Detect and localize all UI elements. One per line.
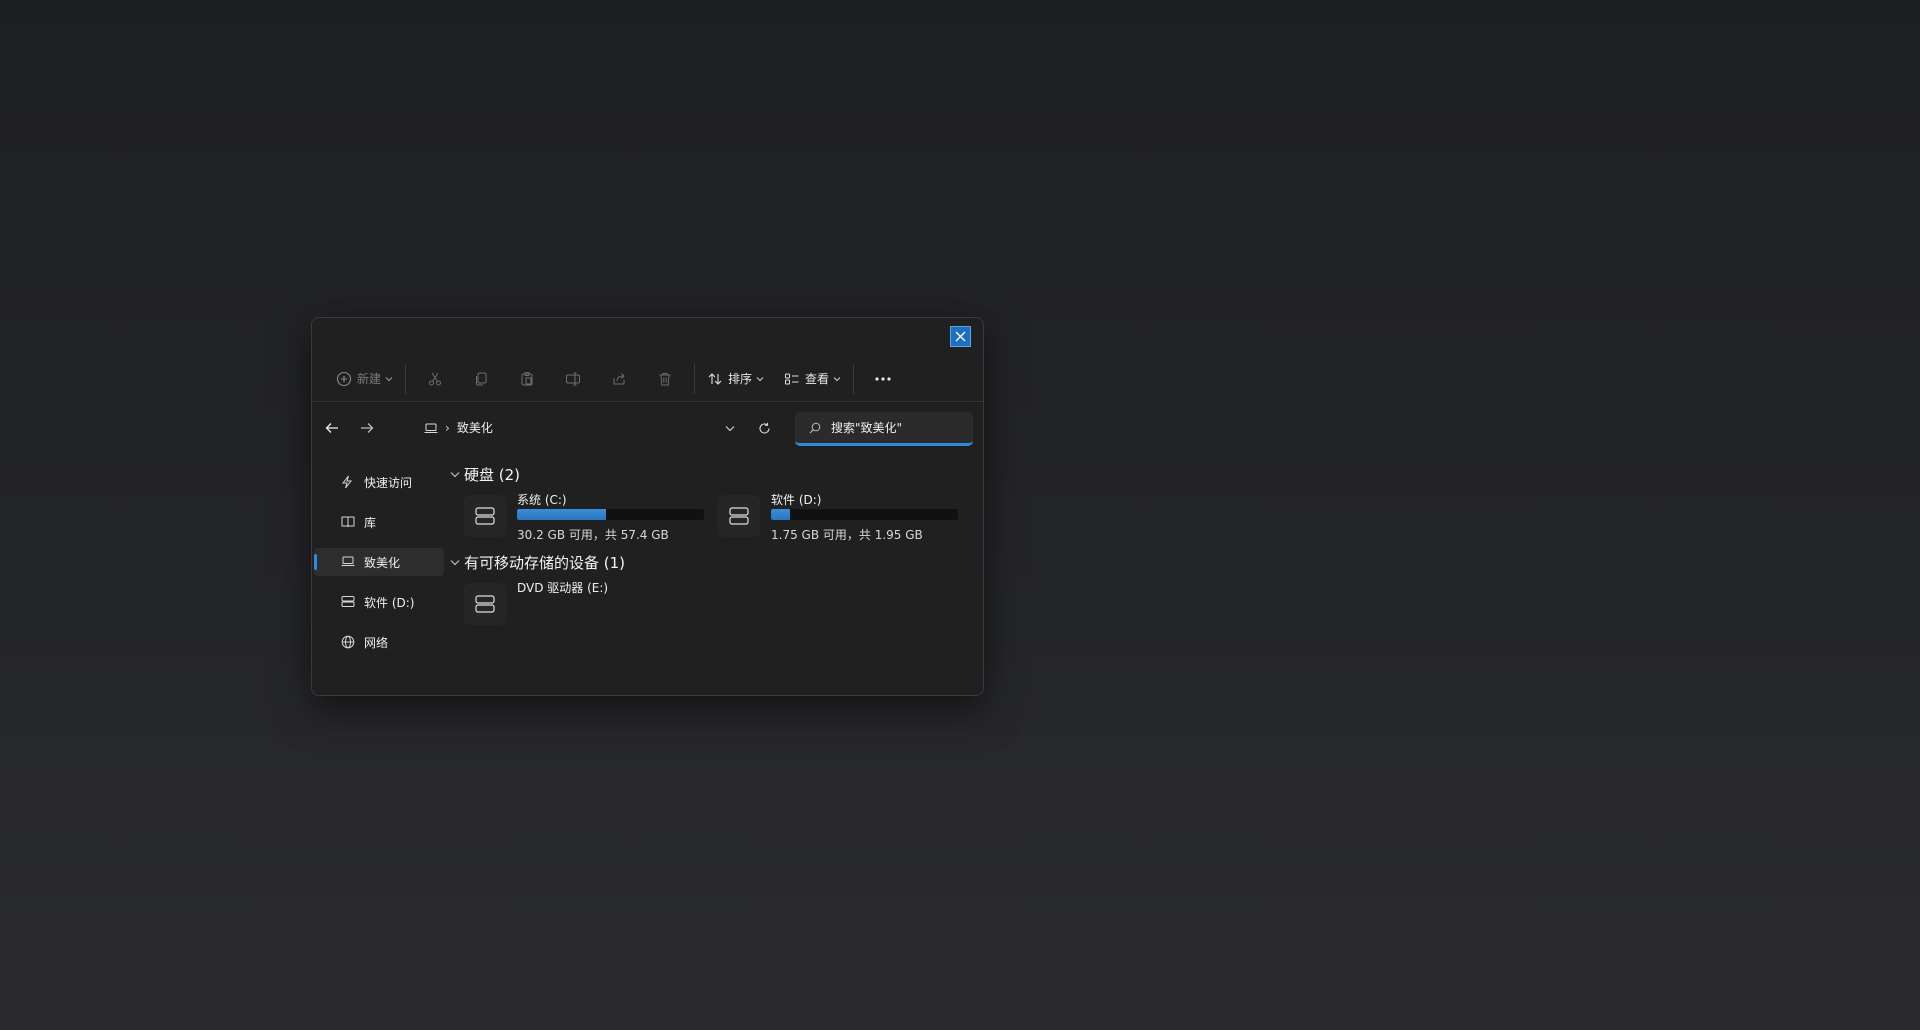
- drive-item-dvd[interactable]: DVD 驱动器 (E:): [450, 577, 704, 633]
- drive-usage-bar: [517, 509, 704, 520]
- new-button[interactable]: 新建: [330, 363, 399, 395]
- breadcrumb-separator: ›: [445, 420, 450, 435]
- trash-icon: [659, 372, 671, 385]
- group-header-removable[interactable]: 有可移动存储的设备 (1): [450, 551, 970, 573]
- clipboard-icon: [521, 371, 533, 385]
- share-button[interactable]: [601, 363, 637, 395]
- view-button[interactable]: 查看: [778, 363, 847, 395]
- dvd-drive-icon: [464, 583, 506, 625]
- group-header-hard-disks[interactable]: 硬盘 (2): [450, 463, 970, 485]
- drive-name: 系统 (C:): [517, 493, 567, 507]
- navigation-pane: 快速访问 库 致美化 软件 (D:) 网络: [314, 468, 444, 668]
- more-dots-icon: [875, 376, 891, 381]
- breadcrumb: › 致美化: [424, 419, 493, 436]
- scissors-icon: [429, 372, 442, 385]
- rename-button[interactable]: [555, 363, 591, 395]
- drive-icon: [464, 495, 506, 537]
- sidebar-item-label: 软件 (D:): [364, 595, 415, 610]
- drive-space-info: 1.75 GB 可用，共 1.95 GB: [771, 528, 923, 542]
- new-button-label: 新建: [357, 372, 382, 386]
- drive-space-info: 30.2 GB 可用，共 57.4 GB: [517, 528, 669, 542]
- drive-name: 软件 (D:): [771, 493, 822, 507]
- sort-button-label: 排序: [728, 372, 753, 386]
- sidebar-item-label: 网络: [364, 635, 389, 650]
- drive-item-d[interactable]: 软件 (D:) 1.75 GB 可用，共 1.95 GB: [704, 489, 958, 545]
- hard-disk-list: 系统 (C:) 30.2 GB 可用，共 57.4 GB 软件 (D:) 1.7…: [450, 489, 970, 549]
- drive-usage-fill: [517, 509, 606, 520]
- chevron-down-icon: [833, 376, 841, 381]
- sort-button[interactable]: 排序: [701, 363, 770, 395]
- plus-circle-icon: [336, 371, 352, 386]
- view-list-icon: [785, 373, 799, 384]
- chevron-down-icon: [450, 471, 460, 477]
- search-box[interactable]: 搜索"致美化": [795, 412, 973, 446]
- copy-button[interactable]: [463, 363, 499, 395]
- breadcrumb-location[interactable]: 致美化: [457, 419, 493, 436]
- drive-usage-bar: [771, 509, 958, 520]
- network-icon: [341, 635, 355, 649]
- sidebar-item-drive-d[interactable]: 软件 (D:): [314, 588, 444, 616]
- toolbar-divider: [694, 363, 696, 394]
- sidebar-item-label: 致美化: [364, 555, 401, 570]
- sidebar-item-this-pc[interactable]: 致美化: [314, 548, 444, 576]
- forward-button[interactable]: [357, 418, 377, 438]
- toolbar-divider: [405, 363, 407, 394]
- drives-view: 硬盘 (2) 系统 (C:) 30.2 GB 可用，共 57.4 GB 软件 (…: [450, 463, 970, 637]
- share-icon: [613, 372, 625, 384]
- chevron-down-icon: [756, 376, 764, 381]
- library-icon: [341, 516, 355, 528]
- copy-icon: [476, 372, 487, 385]
- rename-icon: [566, 372, 581, 385]
- drive-name: DVD 驱动器 (E:): [517, 581, 609, 595]
- group-title: 有可移动存储的设备 (1): [464, 553, 626, 572]
- file-explorer-window: 新建 排序 查看 › 致美化 搜索"致美化" 快速访问 库 致美化 软件 (D:…: [311, 317, 984, 696]
- drive-icon: [718, 495, 760, 537]
- computer-icon: [341, 556, 355, 566]
- close-icon: [955, 331, 966, 342]
- drive-usage-fill: [771, 509, 791, 520]
- drive-icon: [341, 596, 355, 607]
- chevron-down-icon: [450, 559, 460, 565]
- chevron-down-icon: [725, 425, 735, 431]
- sort-arrows-icon: [708, 372, 722, 385]
- arrow-right-icon: [361, 423, 374, 433]
- delete-button[interactable]: [647, 363, 683, 395]
- search-placeholder: 搜索"致美化": [831, 421, 903, 435]
- close-button[interactable]: [950, 326, 971, 347]
- sidebar-item-label: 库: [364, 515, 377, 530]
- search-icon: [809, 422, 821, 433]
- cut-button[interactable]: [417, 363, 453, 395]
- command-bar: 新建 排序 查看: [312, 356, 983, 402]
- arrow-left-icon: [325, 423, 338, 433]
- address-bar: › 致美化 搜索"致美化": [312, 408, 983, 448]
- paste-button[interactable]: [509, 363, 545, 395]
- refresh-icon: [758, 422, 770, 434]
- view-button-label: 查看: [805, 372, 830, 386]
- toolbar-divider: [853, 363, 855, 394]
- back-button[interactable]: [322, 418, 342, 438]
- drive-item-c[interactable]: 系统 (C:) 30.2 GB 可用，共 57.4 GB: [450, 489, 704, 545]
- quick-access-icon: [341, 475, 353, 489]
- address-dropdown-button[interactable]: [720, 418, 740, 438]
- sidebar-item-library[interactable]: 库: [314, 508, 444, 536]
- refresh-button[interactable]: [754, 418, 774, 438]
- sidebar-item-label: 快速访问: [364, 475, 413, 490]
- group-title: 硬盘 (2): [464, 465, 521, 484]
- removable-device-list: DVD 驱动器 (E:): [450, 577, 970, 637]
- computer-icon: [424, 423, 438, 433]
- sidebar-item-quick-access[interactable]: 快速访问: [314, 468, 444, 496]
- chevron-down-icon: [385, 376, 393, 381]
- sidebar-item-network[interactable]: 网络: [314, 628, 444, 656]
- more-options-button[interactable]: [865, 363, 901, 395]
